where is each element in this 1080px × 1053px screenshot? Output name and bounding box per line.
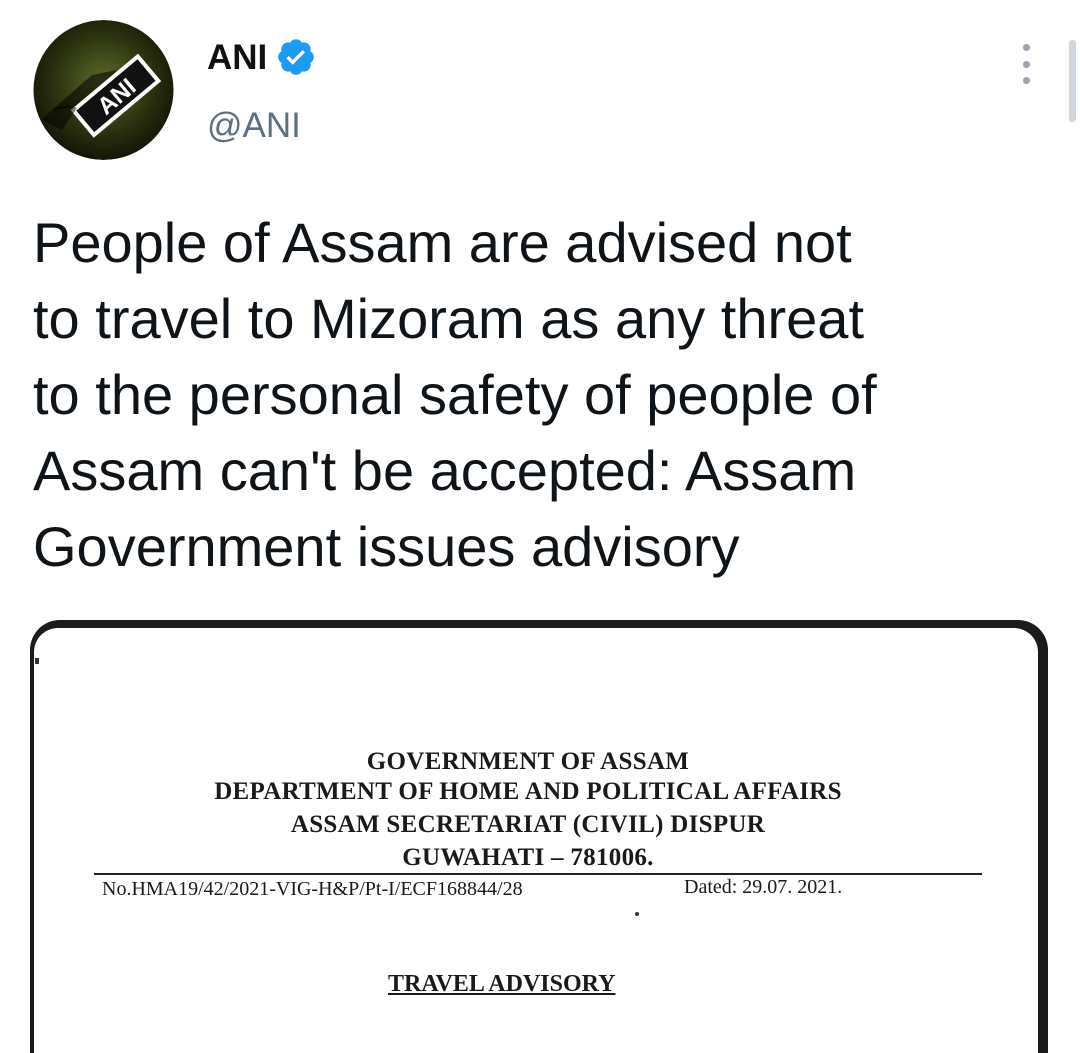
doc-reference-number: No.HMA19/42/2021-VIG-H&P/Pt-I/ECF168844/… bbox=[102, 878, 523, 900]
avatar[interactable]: ANI bbox=[32, 20, 175, 160]
menu-dot bbox=[1022, 44, 1030, 51]
scan-mark bbox=[635, 912, 639, 916]
menu-dot bbox=[1022, 77, 1030, 84]
scrollbar[interactable] bbox=[1069, 40, 1076, 122]
verified-badge-icon bbox=[277, 38, 315, 76]
doc-date: Dated: 29.07. 2021. bbox=[684, 876, 843, 898]
display-name[interactable]: ANI bbox=[207, 38, 315, 76]
display-name-text[interactable]: ANI bbox=[207, 40, 267, 75]
doc-heading-department: DEPARTMENT OF HOME AND POLITICAL AFFAIRS bbox=[214, 778, 842, 805]
doc-heading-address: GUWAHATI – 781006. bbox=[402, 844, 654, 871]
doc-heading-secretariat: ASSAM SECRETARIAT (CIVIL) DISPUR bbox=[290, 811, 766, 838]
attached-image[interactable]: GOVERNMENT OF ASSAM DEPARTMENT OF HOME A… bbox=[30, 620, 1048, 1053]
account-handle[interactable]: @ANI bbox=[207, 108, 301, 143]
tweet-text: People of Assam are advised not to trave… bbox=[33, 211, 877, 578]
menu-dot bbox=[1022, 60, 1030, 68]
document-page: GOVERNMENT OF ASSAM DEPARTMENT OF HOME A… bbox=[34, 628, 1038, 1053]
more-vertical-icon[interactable] bbox=[1012, 44, 1040, 84]
doc-title: TRAVEL ADVISORY bbox=[388, 971, 616, 997]
doc-heading-government: GOVERNMENT OF ASSAM bbox=[366, 748, 690, 775]
scan-mark bbox=[35, 658, 39, 664]
doc-divider bbox=[94, 873, 982, 875]
ani-logo-icon: ANI bbox=[33, 20, 174, 160]
